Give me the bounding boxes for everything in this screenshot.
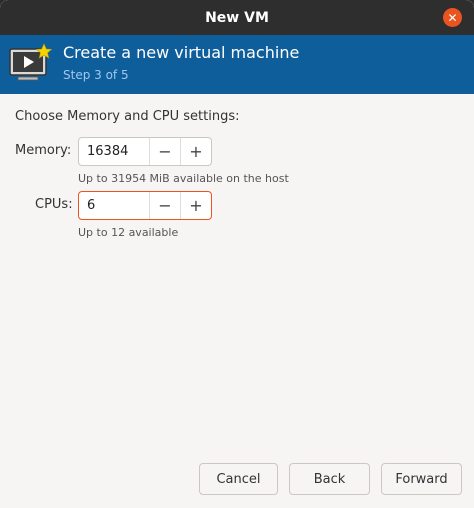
memory-input[interactable]: 16384: [79, 138, 149, 165]
memory-label: Memory:: [15, 143, 72, 158]
cancel-button[interactable]: Cancel: [199, 463, 278, 495]
close-icon: ✕: [447, 10, 458, 25]
minus-icon: −: [158, 142, 172, 161]
memory-hint: Up to 31954 MiB available on the host: [78, 172, 289, 185]
minus-icon: −: [158, 196, 172, 215]
back-button[interactable]: Back: [289, 463, 370, 495]
virtual-machine-icon: [8, 43, 54, 85]
cpus-input[interactable]: 6: [79, 192, 149, 219]
forward-button[interactable]: Forward: [381, 463, 462, 495]
step-indicator: Step 3 of 5: [63, 68, 129, 82]
memory-decrement-button[interactable]: −: [148, 138, 180, 165]
cpus-label: CPUs:: [35, 197, 73, 212]
close-button[interactable]: ✕: [443, 8, 462, 27]
cpus-spinbutton[interactable]: 6 − +: [78, 191, 212, 220]
plus-icon: +: [189, 196, 203, 215]
header-title: Create a new virtual machine: [63, 43, 300, 62]
memory-increment-button[interactable]: +: [179, 138, 211, 165]
window-title: New VM: [205, 9, 269, 26]
new-vm-dialog: New VM ✕ Create a new virtual machine St…: [0, 0, 474, 508]
plus-icon: +: [189, 142, 203, 161]
wizard-header: Create a new virtual machine Step 3 of 5: [0, 35, 474, 94]
titlebar[interactable]: New VM ✕: [0, 0, 474, 35]
section-label: Choose Memory and CPU settings:: [15, 109, 240, 124]
memory-spinbutton[interactable]: 16384 − +: [78, 137, 212, 166]
cpus-increment-button[interactable]: +: [179, 192, 211, 219]
cpus-hint: Up to 12 available: [78, 226, 179, 239]
cpus-decrement-button[interactable]: −: [148, 192, 180, 219]
